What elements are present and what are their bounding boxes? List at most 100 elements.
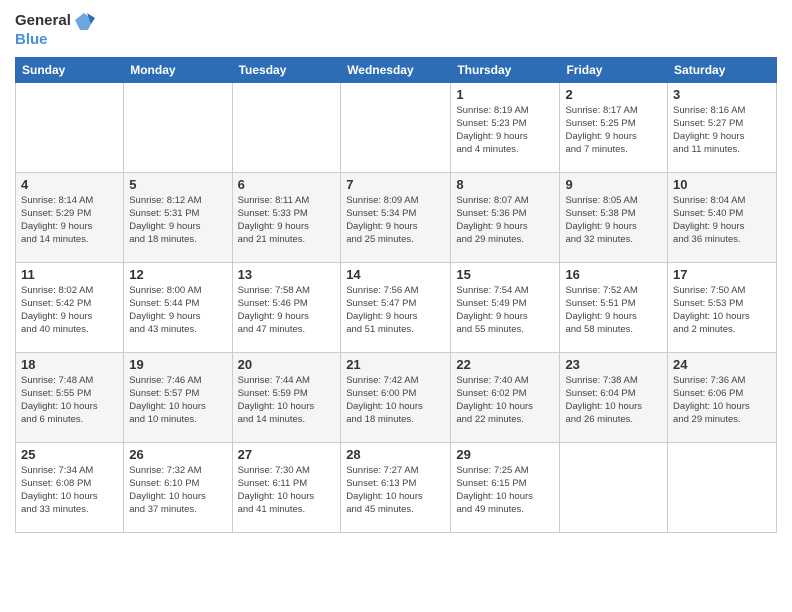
day-number: 15 <box>456 267 554 282</box>
day-info: Sunrise: 8:00 AM Sunset: 5:44 PM Dayligh… <box>129 284 226 337</box>
column-header-monday: Monday <box>124 57 232 82</box>
day-number: 24 <box>673 357 771 372</box>
logo-bird-icon <box>73 10 95 32</box>
day-info: Sunrise: 8:09 AM Sunset: 5:34 PM Dayligh… <box>346 194 445 247</box>
day-info: Sunrise: 8:05 AM Sunset: 5:38 PM Dayligh… <box>565 194 662 247</box>
day-number: 22 <box>456 357 554 372</box>
day-info: Sunrise: 7:38 AM Sunset: 6:04 PM Dayligh… <box>565 374 662 427</box>
day-number: 4 <box>21 177 118 192</box>
day-info: Sunrise: 8:02 AM Sunset: 5:42 PM Dayligh… <box>21 284 118 337</box>
calendar-cell: 1 Sunrise: 8:19 AM Sunset: 5:23 PM Daylig… <box>451 82 560 172</box>
calendar-cell: 12 Sunrise: 8:00 AM Sunset: 5:44 PM Dayli… <box>124 262 232 352</box>
calendar-cell <box>124 82 232 172</box>
calendar-cell: 5Sunrise: 8:12 AM Sunset: 5:31 PM Daylig… <box>124 172 232 262</box>
day-info: Sunrise: 8:12 AM Sunset: 5:31 PM Dayligh… <box>129 194 226 247</box>
calendar-cell <box>668 442 777 532</box>
day-number: 21 <box>346 357 445 372</box>
day-number: 25 <box>21 447 118 462</box>
day-number: 2 <box>565 87 662 102</box>
calendar-cell: 10 Sunrise: 8:04 AM Sunset: 5:40 PM Dayli… <box>668 172 777 262</box>
column-header-friday: Friday <box>560 57 668 82</box>
day-info: Sunrise: 8:11 AM Sunset: 5:33 PM Dayligh… <box>238 194 336 247</box>
calendar-week-row: 18 Sunrise: 7:48 AM Sunset: 5:55 PM Dayli… <box>16 352 777 442</box>
calendar-cell: 26Sunrise: 7:32 AM Sunset: 6:10 PM Dayli… <box>124 442 232 532</box>
day-info: Sunrise: 7:44 AM Sunset: 5:59 PM Dayligh… <box>238 374 336 427</box>
calendar-cell <box>560 442 668 532</box>
column-header-thursday: Thursday <box>451 57 560 82</box>
day-info: Sunrise: 7:36 AM Sunset: 6:06 PM Dayligh… <box>673 374 771 427</box>
calendar-cell: 22 Sunrise: 7:40 AM Sunset: 6:02 PM Dayli… <box>451 352 560 442</box>
calendar-table: SundayMondayTuesdayWednesdayThursdayFrid… <box>15 57 777 533</box>
day-number: 18 <box>21 357 118 372</box>
page-header: General Blue <box>15 10 777 49</box>
calendar-week-row: 11 Sunrise: 8:02 AM Sunset: 5:42 PM Dayli… <box>16 262 777 352</box>
day-info: Sunrise: 7:54 AM Sunset: 5:49 PM Dayligh… <box>456 284 554 337</box>
day-number: 23 <box>565 357 662 372</box>
day-number: 26 <box>129 447 226 462</box>
day-info: Sunrise: 7:34 AM Sunset: 6:08 PM Dayligh… <box>21 464 118 517</box>
calendar-cell: 27 Sunrise: 7:30 AM Sunset: 6:11 PM Dayli… <box>232 442 341 532</box>
calendar-week-row: 4 Sunrise: 8:14 AM Sunset: 5:29 PM Daylig… <box>16 172 777 262</box>
calendar-cell: 16 Sunrise: 7:52 AM Sunset: 5:51 PM Dayli… <box>560 262 668 352</box>
calendar-cell: 3Sunrise: 8:16 AM Sunset: 5:27 PM Daylig… <box>668 82 777 172</box>
day-number: 8 <box>456 177 554 192</box>
calendar-cell: 20 Sunrise: 7:44 AM Sunset: 5:59 PM Dayli… <box>232 352 341 442</box>
calendar-header-row: SundayMondayTuesdayWednesdayThursdayFrid… <box>16 57 777 82</box>
calendar-cell <box>232 82 341 172</box>
day-info: Sunrise: 7:27 AM Sunset: 6:13 PM Dayligh… <box>346 464 445 517</box>
column-header-sunday: Sunday <box>16 57 124 82</box>
calendar-cell: 19 Sunrise: 7:46 AM Sunset: 5:57 PM Dayli… <box>124 352 232 442</box>
calendar-cell: 25 Sunrise: 7:34 AM Sunset: 6:08 PM Dayli… <box>16 442 124 532</box>
day-number: 12 <box>129 267 226 282</box>
day-number: 19 <box>129 357 226 372</box>
day-info: Sunrise: 7:48 AM Sunset: 5:55 PM Dayligh… <box>21 374 118 427</box>
day-info: Sunrise: 7:30 AM Sunset: 6:11 PM Dayligh… <box>238 464 336 517</box>
day-info: Sunrise: 7:46 AM Sunset: 5:57 PM Dayligh… <box>129 374 226 427</box>
calendar-cell: 2 Sunrise: 8:17 AM Sunset: 5:25 PM Daylig… <box>560 82 668 172</box>
day-info: Sunrise: 7:40 AM Sunset: 6:02 PM Dayligh… <box>456 374 554 427</box>
day-number: 27 <box>238 447 336 462</box>
day-info: Sunrise: 8:04 AM Sunset: 5:40 PM Dayligh… <box>673 194 771 247</box>
day-info: Sunrise: 7:25 AM Sunset: 6:15 PM Dayligh… <box>456 464 554 517</box>
calendar-cell: 23 Sunrise: 7:38 AM Sunset: 6:04 PM Dayli… <box>560 352 668 442</box>
day-number: 29 <box>456 447 554 462</box>
calendar-cell: 9Sunrise: 8:05 AM Sunset: 5:38 PM Daylig… <box>560 172 668 262</box>
day-number: 28 <box>346 447 445 462</box>
day-info: Sunrise: 7:52 AM Sunset: 5:51 PM Dayligh… <box>565 284 662 337</box>
column-header-tuesday: Tuesday <box>232 57 341 82</box>
calendar-cell: 21 Sunrise: 7:42 AM Sunset: 6:00 PM Dayli… <box>341 352 451 442</box>
day-info: Sunrise: 8:07 AM Sunset: 5:36 PM Dayligh… <box>456 194 554 247</box>
calendar-week-row: 1 Sunrise: 8:19 AM Sunset: 5:23 PM Daylig… <box>16 82 777 172</box>
column-header-saturday: Saturday <box>668 57 777 82</box>
calendar-cell: 4 Sunrise: 8:14 AM Sunset: 5:29 PM Daylig… <box>16 172 124 262</box>
day-info: Sunrise: 8:17 AM Sunset: 5:25 PM Dayligh… <box>565 104 662 157</box>
day-info: Sunrise: 8:19 AM Sunset: 5:23 PM Dayligh… <box>456 104 554 157</box>
calendar-cell: 18 Sunrise: 7:48 AM Sunset: 5:55 PM Dayli… <box>16 352 124 442</box>
day-number: 1 <box>456 87 554 102</box>
day-info: Sunrise: 8:14 AM Sunset: 5:29 PM Dayligh… <box>21 194 118 247</box>
calendar-cell: 7 Sunrise: 8:09 AM Sunset: 5:34 PM Daylig… <box>341 172 451 262</box>
day-number: 7 <box>346 177 445 192</box>
calendar-cell: 15 Sunrise: 7:54 AM Sunset: 5:49 PM Dayli… <box>451 262 560 352</box>
calendar-cell: 29 Sunrise: 7:25 AM Sunset: 6:15 PM Dayli… <box>451 442 560 532</box>
day-number: 20 <box>238 357 336 372</box>
day-info: Sunrise: 7:42 AM Sunset: 6:00 PM Dayligh… <box>346 374 445 427</box>
calendar-cell: 17 Sunrise: 7:50 AM Sunset: 5:53 PM Dayli… <box>668 262 777 352</box>
logo: General Blue <box>15 10 95 49</box>
day-number: 13 <box>238 267 336 282</box>
day-number: 16 <box>565 267 662 282</box>
calendar-cell: 11 Sunrise: 8:02 AM Sunset: 5:42 PM Dayli… <box>16 262 124 352</box>
calendar-cell: 6 Sunrise: 8:11 AM Sunset: 5:33 PM Daylig… <box>232 172 341 262</box>
day-number: 11 <box>21 267 118 282</box>
calendar-cell: 13 Sunrise: 7:58 AM Sunset: 5:46 PM Dayli… <box>232 262 341 352</box>
day-number: 6 <box>238 177 336 192</box>
calendar-cell: 14Sunrise: 7:56 AM Sunset: 5:47 PM Dayli… <box>341 262 451 352</box>
day-info: Sunrise: 7:50 AM Sunset: 5:53 PM Dayligh… <box>673 284 771 337</box>
calendar-cell <box>341 82 451 172</box>
day-number: 17 <box>673 267 771 282</box>
day-info: Sunrise: 7:58 AM Sunset: 5:46 PM Dayligh… <box>238 284 336 337</box>
day-info: Sunrise: 7:56 AM Sunset: 5:47 PM Dayligh… <box>346 284 445 337</box>
column-header-wednesday: Wednesday <box>341 57 451 82</box>
logo-text: General Blue <box>15 10 95 49</box>
day-number: 10 <box>673 177 771 192</box>
